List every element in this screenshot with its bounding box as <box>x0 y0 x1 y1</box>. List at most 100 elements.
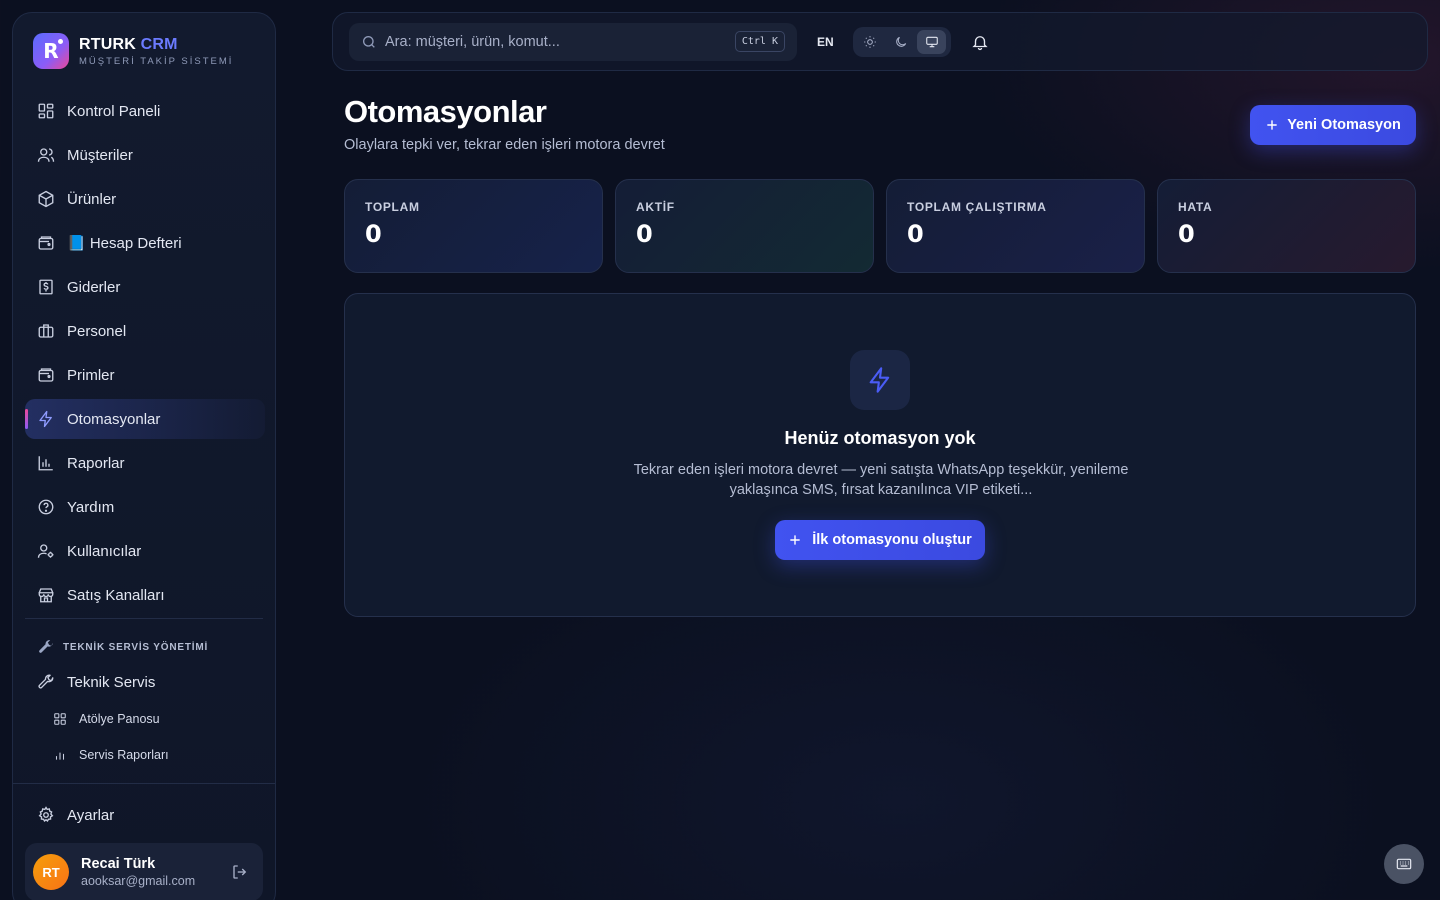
moon-icon <box>896 36 907 47</box>
app-name-primary: RTURK <box>79 35 136 53</box>
stat-label: HATA <box>1178 200 1213 214</box>
new-automation-button[interactable]: Yeni Otomasyon <box>1250 105 1416 145</box>
user-email: aooksar@gmail.com <box>81 874 196 888</box>
empty-state-description: Tekrar eden işleri motora devret — yeni … <box>633 462 1129 498</box>
sidebar-subitem-label: Atölye Panosu <box>79 712 160 726</box>
stat-label: TOPLAM ÇALIŞTIRMA <box>907 200 1047 214</box>
app-name: RTURK CRM <box>79 36 233 54</box>
stat-value: 0 <box>636 220 653 248</box>
app-subtitle: MÜŞTERİ TAKİP SİSTEMİ <box>79 55 234 67</box>
briefcase-icon <box>38 324 54 338</box>
sidebar-item-personel[interactable]: Personel <box>25 311 265 351</box>
sidebar-item-hesap-defteri[interactable]: 📘 Hesap Defteri <box>25 223 265 263</box>
sidebar-subitem-atolye-panosu[interactable]: Atölye Panosu <box>53 712 160 726</box>
theme-switcher <box>853 27 951 57</box>
sidebar-item-kullanicilar[interactable]: Kullanıcılar <box>25 531 265 571</box>
search-icon <box>363 36 375 48</box>
sidebar-item-teknik-servis[interactable]: Teknik Servis <box>25 662 265 702</box>
sidebar: R RTURK CRM MÜŞTERİ TAKİP SİSTEMİ Kontro… <box>12 12 276 900</box>
keyboard-shortcut-hint: Ctrl K <box>734 31 785 52</box>
bar-chart-icon <box>38 456 53 471</box>
sidebar-item-kontrol-paneli[interactable]: Kontrol Paneli <box>25 91 265 131</box>
language-toggle[interactable]: EN <box>817 35 834 49</box>
logo-letter: R <box>43 39 59 63</box>
sidebar-item-satis-kanallari[interactable]: Satış Kanalları <box>25 575 265 615</box>
sidebar-subitem-label: Servis Raporları <box>79 748 169 762</box>
sidebar-item-giderler[interactable]: Giderler <box>25 267 265 307</box>
sidebar-item-label: Teknik Servis <box>67 673 156 691</box>
logout-icon[interactable] <box>231 863 249 881</box>
sidebar-subitem-servis-raporlari[interactable]: Servis Raporları <box>53 748 169 762</box>
user-card[interactable]: RT Recai Türk aooksar@gmail.com <box>25 843 263 900</box>
sidebar-item-label: Ürünler <box>67 190 117 208</box>
sidebar-item-label: 📘 Hesap Defteri <box>67 235 182 252</box>
brand[interactable]: R RTURK CRM MÜŞTERİ TAKİP SİSTEMİ <box>33 33 233 69</box>
theme-light-button[interactable] <box>856 30 885 54</box>
search-input[interactable] <box>385 34 725 50</box>
page-subtitle: Olaylara tepki ver, tekrar eden işleri m… <box>344 137 665 153</box>
stat-value: 0 <box>1178 220 1195 248</box>
plus-icon <box>790 535 800 545</box>
grid-icon <box>54 713 66 725</box>
sidebar-item-label: Raporlar <box>67 454 125 472</box>
sidebar-item-musteriler[interactable]: Müşteriler <box>25 135 265 175</box>
stat-card-toplam-calistirma: TOPLAM ÇALIŞTIRMA 0 <box>886 179 1145 273</box>
stat-value: 0 <box>365 220 382 248</box>
plus-icon <box>1267 120 1277 130</box>
gear-icon <box>38 806 54 823</box>
help-circle-icon <box>38 499 54 515</box>
keyboard-shortcuts-button[interactable] <box>1384 844 1424 884</box>
keyboard-icon <box>1396 858 1412 870</box>
sidebar-item-label: Ayarlar <box>67 806 115 824</box>
app-name-secondary: CRM <box>140 35 178 53</box>
app-logo: R <box>33 33 69 69</box>
sidebar-item-otomasyonlar[interactable]: Otomasyonlar <box>25 399 265 439</box>
stat-label: AKTİF <box>636 200 675 214</box>
wallet-icon <box>38 368 54 382</box>
search-box[interactable]: Ctrl K <box>349 23 797 61</box>
page-title: Otomasyonlar <box>344 94 547 129</box>
sidebar-item-label: Otomasyonlar <box>67 410 161 428</box>
sidebar-divider <box>13 783 275 784</box>
wrench-icon <box>38 674 54 689</box>
dashboard-grid-icon <box>38 103 54 119</box>
users-icon <box>37 148 55 162</box>
sidebar-item-label: Primler <box>67 366 115 384</box>
theme-dark-button[interactable] <box>887 30 916 54</box>
stat-value: 0 <box>907 220 924 248</box>
create-first-automation-button[interactable]: İlk otomasyonu oluştur <box>775 520 985 560</box>
sidebar-item-ayarlar[interactable]: Ayarlar <box>25 795 265 835</box>
bell-icon[interactable] <box>971 33 989 51</box>
bar-chart-icon <box>55 752 65 760</box>
sidebar-nav: Kontrol Paneli Müşteriler Ürünler 📘 Hesa… <box>25 91 265 619</box>
sidebar-item-label: Kontrol Paneli <box>67 102 161 120</box>
new-automation-label: Yeni Otomasyon <box>1287 117 1401 133</box>
sidebar-item-label: Müşteriler <box>67 146 133 164</box>
sidebar-item-primler[interactable]: Primler <box>25 355 265 395</box>
monitor-icon <box>925 36 938 48</box>
sidebar-item-yardim[interactable]: Yardım <box>25 487 265 527</box>
sidebar-item-label: Yardım <box>67 498 115 516</box>
sidebar-item-label: Kullanıcılar <box>67 542 142 560</box>
section-title-teknik-servis: TEKNİK SERVİS YÖNETİMİ <box>37 638 208 656</box>
theme-system-button[interactable] <box>917 30 947 54</box>
stat-card-toplam: TOPLAM 0 <box>344 179 603 273</box>
sidebar-item-urunler[interactable]: Ürünler <box>25 179 265 219</box>
wrench-icon <box>39 640 53 653</box>
stat-label: TOPLAM <box>365 200 420 214</box>
user-name: Recai Türk <box>81 856 156 872</box>
store-icon <box>38 588 54 603</box>
receipt-dollar-icon <box>39 279 53 295</box>
empty-state-title: Henüz otomasyon yok <box>784 428 976 448</box>
lightning-icon <box>39 410 52 428</box>
empty-state-icon-box <box>850 350 910 410</box>
lightning-icon <box>869 367 890 393</box>
user-gear-icon <box>37 544 54 558</box>
empty-state-panel: Henüz otomasyon yok Tekrar eden işleri m… <box>344 293 1416 617</box>
sidebar-item-raporlar[interactable]: Raporlar <box>25 443 265 483</box>
box-icon <box>38 190 54 208</box>
sidebar-item-label: Giderler <box>67 278 121 296</box>
section-title-label: TEKNİK SERVİS YÖNETİMİ <box>63 641 209 653</box>
sidebar-item-label: Satış Kanalları <box>67 586 165 604</box>
topbar: Ctrl K EN <box>332 12 1428 71</box>
